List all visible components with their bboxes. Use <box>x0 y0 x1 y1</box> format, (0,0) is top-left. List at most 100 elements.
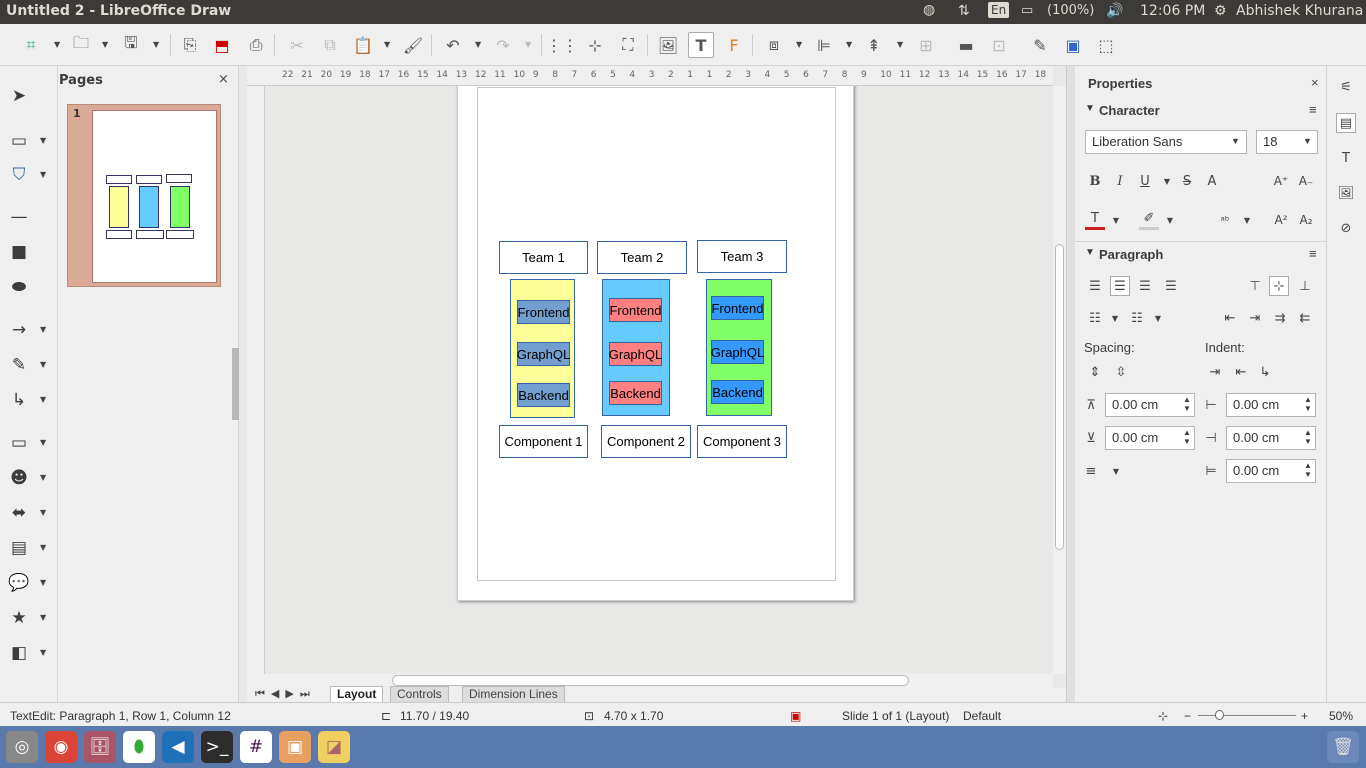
bold-icon[interactable]: B <box>1085 171 1105 191</box>
cut-icon[interactable]: ✂ <box>284 32 310 58</box>
frontend-box[interactable]: Frontend <box>517 300 570 324</box>
print-icon[interactable]: ⎙ <box>243 32 269 58</box>
arrange-icon[interactable]: ⇞ <box>861 32 887 58</box>
component-3-box[interactable]: Component 3 <box>697 425 787 458</box>
indent-after-field[interactable]: 0.00 cm <box>1226 426 1316 450</box>
trash-icon[interactable]: 🗑 <box>1327 731 1359 763</box>
network-icon[interactable]: ⇅ <box>958 3 970 19</box>
horizontal-scroll-thumb[interactable] <box>392 675 909 686</box>
open-folder-icon[interactable]: 🗀 <box>68 32 94 58</box>
select-arrow-icon[interactable]: ➤ <box>6 83 32 109</box>
browser-globe-icon[interactable]: ◍ <box>923 2 935 18</box>
navigator-deck-icon[interactable]: ⊘ <box>1336 218 1356 238</box>
glue-points-icon[interactable]: ▣ <box>1060 32 1086 58</box>
backend-box[interactable]: Backend <box>609 381 662 405</box>
more-options-icon[interactable]: ≡ <box>1309 102 1317 117</box>
spin-buttons[interactable]: ▲ ▼ <box>1304 428 1312 446</box>
spin-buttons[interactable]: ▲ ▼ <box>1183 428 1191 446</box>
collapse-icon[interactable]: ▼ <box>1085 103 1095 114</box>
font-color-icon[interactable]: T <box>1085 210 1105 230</box>
undo-icon[interactable]: ↶ <box>440 32 466 58</box>
document-modified-icon[interactable]: ▣ <box>790 709 801 723</box>
fit-page-icon[interactable]: ⊹ <box>1158 709 1168 723</box>
backend-box[interactable]: Backend <box>711 380 764 404</box>
zoom-level[interactable]: 50% <box>1329 709 1353 723</box>
dash-icon[interactable]: ◎ <box>6 731 38 763</box>
bullets-icon[interactable]: ☷ <box>1085 308 1105 328</box>
curve-tool-icon[interactable]: ✎ <box>6 352 32 378</box>
zoom-slider-thumb[interactable] <box>1215 710 1224 720</box>
sidebar-splitter[interactable] <box>1066 66 1075 702</box>
line-tool-icon[interactable]: — <box>6 204 32 230</box>
chevron-down-icon[interactable]: ▼ <box>1105 308 1125 328</box>
graphql-box[interactable]: GraphQL <box>711 340 764 364</box>
first-line-indent-field[interactable]: 0.00 cm <box>1226 459 1316 483</box>
keyboard-layout[interactable]: En <box>988 2 1010 18</box>
align-left-icon[interactable]: ☰ <box>1085 276 1105 296</box>
chevron-down-icon[interactable]: ▼ <box>1237 210 1257 230</box>
vertical-scroll-thumb[interactable] <box>1055 244 1064 550</box>
gallery-deck-icon[interactable]: 🖼 <box>1336 183 1356 203</box>
panel-splitter[interactable] <box>232 348 239 420</box>
callouts-icon[interactable]: 💬 <box>6 570 32 596</box>
distribute-icon[interactable]: ⊞ <box>913 32 939 58</box>
shadow-icon[interactable]: ▬ <box>953 32 979 58</box>
hanging-indent-icon[interactable]: ↳ <box>1255 362 1275 382</box>
font-name-field[interactable]: Liberation Sans <box>1085 130 1247 154</box>
terminal-icon[interactable]: >_ <box>201 731 233 763</box>
user-name[interactable]: Abhishek Khurana <box>1236 3 1363 19</box>
increase-paragraph-spacing-icon[interactable]: ⇕ <box>1085 362 1105 382</box>
subscript-icon[interactable]: A₂ <box>1296 210 1316 230</box>
close-icon[interactable]: × <box>1311 75 1319 90</box>
team-3-box[interactable]: Team 3 <box>697 240 787 273</box>
basic-shapes-icon[interactable]: ▭ <box>6 430 32 456</box>
export-icon[interactable]: ⎘ <box>177 32 203 58</box>
chevron-down-icon[interactable]: ▼ <box>1106 210 1126 230</box>
decrease-spacing-icon[interactable]: ⇤ <box>1220 308 1240 328</box>
insert-text-icon[interactable]: T <box>688 32 714 58</box>
align-right-icon[interactable]: ☰ <box>1135 276 1155 296</box>
tab-nav-arrows[interactable]: ⏮◀▶⏭ <box>255 687 316 701</box>
increase-indent-icon[interactable]: ⇥ <box>1205 362 1225 382</box>
grow-font-icon[interactable]: A⁺ <box>1271 171 1291 191</box>
ellipse-tool-icon[interactable]: ⬬ <box>6 274 32 300</box>
decrease-indent-icon[interactable]: ⇤ <box>1231 362 1251 382</box>
zoom-in-icon[interactable]: + <box>1301 709 1308 723</box>
gear-icon[interactable]: ⚙ <box>1214 3 1227 19</box>
grid-icon[interactable]: ⋮⋮ <box>546 32 578 58</box>
paste-icon[interactable]: 📋 <box>350 32 376 58</box>
clone-formatting-icon[interactable]: 🖌 <box>400 32 426 58</box>
page-thumbnail[interactable]: 1 <box>67 104 221 287</box>
highlight-color-icon[interactable]: ✐ <box>1139 210 1159 230</box>
zoom-slider[interactable] <box>1198 715 1296 716</box>
vertical-scrollbar[interactable] <box>1053 86 1067 674</box>
team-2-box[interactable]: Team 2 <box>597 241 687 274</box>
symbol-shapes-icon[interactable]: ☻ <box>6 465 32 491</box>
volume-icon[interactable]: 🔊 <box>1106 3 1123 19</box>
frontend-box[interactable]: Frontend <box>609 298 662 322</box>
spacing-above-field[interactable]: 0.00 cm <box>1105 393 1195 417</box>
chrome-icon[interactable]: ◉ <box>45 731 77 763</box>
zoom-out-icon[interactable]: − <box>1184 709 1191 723</box>
fill-color-icon[interactable]: ⛉ <box>6 162 32 188</box>
decrease-paragraph-spacing-icon[interactable]: ⇳ <box>1111 362 1131 382</box>
redo-icon[interactable]: ↷ <box>490 32 516 58</box>
sidebar-settings-icon[interactable]: ⚟ <box>1336 77 1356 97</box>
line-color-icon[interactable]: ▭ <box>6 128 32 154</box>
spin-buttons[interactable]: ▲ ▼ <box>1304 395 1312 413</box>
battery-icon[interactable]: ▭ <box>1021 3 1033 18</box>
chevron-down-icon[interactable]: ▼ <box>1106 461 1126 481</box>
tab-layout[interactable]: Layout <box>330 686 384 703</box>
superscript-icon[interactable]: A² <box>1271 210 1291 230</box>
connector-select-icon[interactable]: ⌗ <box>18 32 44 58</box>
spacing-below-field[interactable]: 0.00 cm <box>1105 426 1195 450</box>
save-icon[interactable]: 🖫 <box>118 32 144 58</box>
points-icon[interactable]: ✎ <box>1027 32 1053 58</box>
chevron-down-icon[interactable]: ▼ <box>1157 171 1177 191</box>
justify-icon[interactable]: ☰ <box>1161 276 1181 296</box>
spin-buttons[interactable]: ▲ ▼ <box>1304 461 1312 479</box>
block-arrows-icon[interactable]: ⬌ <box>6 500 32 526</box>
graphql-box[interactable]: GraphQL <box>609 342 662 366</box>
component-2-box[interactable]: Component 2 <box>601 425 691 458</box>
frontend-box[interactable]: Frontend <box>711 296 764 320</box>
